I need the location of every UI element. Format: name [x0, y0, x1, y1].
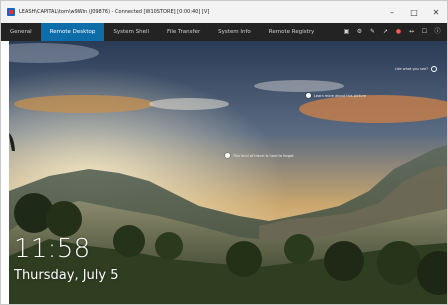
settings-icon[interactable]: ⚙ — [356, 29, 363, 36]
viewer-window: LEASH\CAPITAL\tom\w9Win (J09876) - Conne… — [0, 0, 448, 305]
lockscreen-wallpaper — [9, 41, 447, 304]
app-icon — [7, 8, 15, 16]
tab-system-info[interactable]: System Info — [209, 23, 260, 41]
pen-icon[interactable]: ✎ — [369, 29, 376, 36]
maximize-icon[interactable]: □ — [403, 1, 425, 23]
window-title: LEASH\CAPITAL\tom\w9Win (J09876) - Conne… — [19, 9, 210, 15]
hotspot-dot-icon — [306, 93, 311, 98]
fullscreen-icon[interactable]: ☐ — [421, 29, 428, 36]
remote-desktop-view[interactable]: Like what you see? Learn more about this… — [9, 41, 447, 304]
title-bar[interactable]: LEASH\CAPITAL\tom\w9Win (J09876) - Conne… — [1, 1, 447, 23]
like-hotspot[interactable]: Like what you see? — [395, 66, 437, 72]
session-toolbar: ▣ ⚙ ✎ ➚ ● ↔ ☐ ⓘ — [343, 29, 447, 36]
resize-icon[interactable]: ↔ — [408, 29, 415, 36]
hotspot-dot-icon — [225, 153, 230, 158]
info-icon[interactable]: ⓘ — [434, 29, 441, 36]
tab-remote-registry[interactable]: Remote Registry — [260, 23, 324, 41]
tab-file-transfer[interactable]: File Transfer — [158, 23, 209, 41]
like-hotspot-label: Like what you see? — [394, 67, 428, 71]
minimize-icon[interactable]: – — [381, 1, 403, 23]
tab-remote-desktop[interactable]: Remote Desktop — [40, 23, 105, 41]
tab-general[interactable]: General — [1, 23, 41, 41]
hotspot-b-label: This kind of travel is hard to forget — [233, 153, 294, 158]
pointer-icon[interactable]: ➚ — [382, 29, 389, 36]
close-icon[interactable]: ✕ — [425, 1, 447, 23]
lockscreen-time: 11:58 — [14, 234, 91, 264]
window-controls: – □ ✕ — [381, 1, 447, 23]
image-hotspot-travel[interactable]: This kind of travel is hard to forget — [225, 153, 294, 158]
tab-system-shell[interactable]: System Shell — [104, 23, 158, 41]
camera-icon — [431, 66, 437, 72]
lockscreen-date: Thursday, July 5 — [14, 268, 119, 283]
tab-bar: General Remote Desktop System Shell File… — [1, 23, 447, 41]
hotspot-a-label: Learn more about this picture — [314, 93, 367, 98]
image-hotspot-learn[interactable]: Learn more about this picture — [306, 93, 366, 98]
record-icon[interactable]: ● — [395, 29, 402, 36]
monitor-icon[interactable]: ▣ — [343, 29, 350, 36]
